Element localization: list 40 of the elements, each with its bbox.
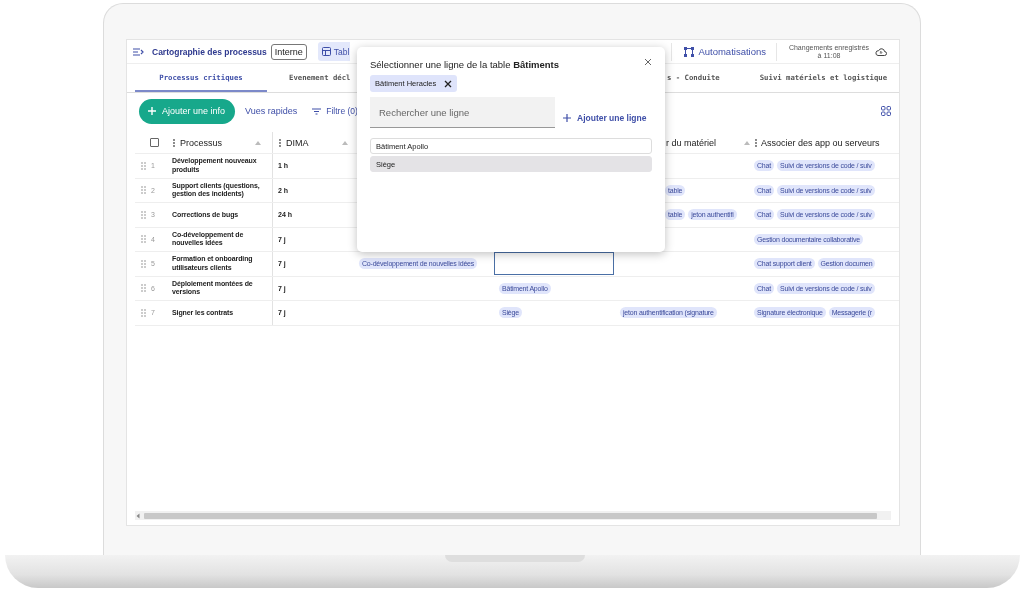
filter-button[interactable]: Filtre (0) [312,106,358,116]
search-field[interactable]: Rechercher une ligne [370,97,555,128]
column-menu-icon[interactable] [754,137,758,148]
quick-views-button[interactable]: Vues rapides [243,106,300,116]
plus-icon [148,107,156,115]
visibility-badge: Interne [270,43,307,60]
cloud-icon[interactable] [875,46,887,57]
add-row-link[interactable]: Ajouter une ligne [563,112,647,123]
drag-handle-icon[interactable] [140,185,147,196]
nodes-icon [684,46,695,57]
drag-handle-icon[interactable] [140,234,147,245]
column-menu-icon[interactable] [278,137,282,148]
drag-handle-icon[interactable] [140,209,147,220]
sort-icon[interactable] [743,139,751,146]
drag-handle-icon[interactable] [140,258,147,269]
column-header: DIMA [286,137,310,148]
grid-icon[interactable] [881,106,891,116]
selected-cell[interactable] [494,252,614,275]
sort-icon[interactable] [341,139,349,146]
plus-icon [563,113,571,122]
drag-handle-icon[interactable] [140,307,147,318]
drag-handle-icon[interactable] [140,283,147,294]
column-menu-icon[interactable] [172,137,176,148]
sort-icon[interactable] [254,139,262,146]
column-header: Associer des app ou serveurs [761,137,881,148]
scrollbar[interactable] [135,511,891,520]
automations-tab[interactable]: Automatisations [672,46,776,57]
table-icon [321,47,331,56]
remove-icon[interactable] [444,79,453,88]
menu-icon[interactable] [132,46,144,57]
column-header: r du matériel [666,137,718,148]
dialog-title: Sélectionner une ligne de la table Bâtiments [370,59,560,70]
view-tab[interactable]: Tabl [317,42,351,61]
document-title: Cartographie des processus [152,46,267,57]
select-all-checkbox[interactable] [150,138,159,147]
column-header: Processus [180,137,224,148]
close-icon[interactable] [644,58,652,66]
drag-handle-icon[interactable] [140,160,147,171]
scroll-left-icon [135,512,141,519]
filter-icon [312,107,322,115]
